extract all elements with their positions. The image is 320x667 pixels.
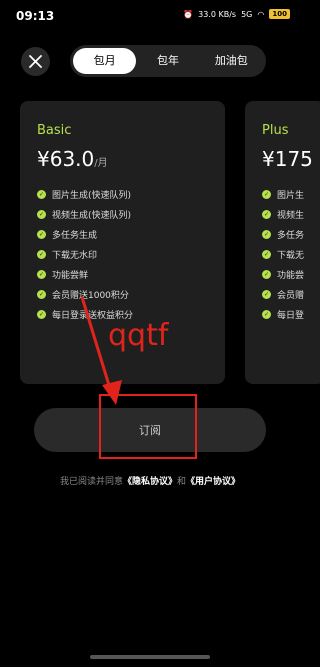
check-icon: ✓: [37, 309, 46, 319]
price-amount: ¥63.0: [37, 147, 95, 171]
check-icon: ✓: [262, 289, 271, 299]
plan-period-tabs: 包月 包年 加油包: [70, 45, 266, 77]
check-icon: ✓: [262, 249, 271, 259]
user-agreement-link[interactable]: 《用户协议》: [186, 477, 240, 487]
feature-item: ✓ 多任务生成: [37, 229, 98, 241]
close-button[interactable]: [21, 47, 50, 76]
check-icon: ✓: [262, 229, 271, 239]
feature-item: ✓ 多任务: [262, 229, 305, 241]
check-icon: ✓: [37, 229, 46, 239]
status-bar: 09:13 ⏰ 33.0 KB/s 5G ◠ 100: [0, 0, 300, 34]
feature-list: ✓ 图片生 ✓ 视频生 ✓ 多任务 ✓ 下载无 ✓ 功能尝 ✓ 会员赠 ✓ 每日登: [262, 184, 304, 324]
feature-item: ✓ 会员赠: [262, 289, 305, 301]
check-icon: ✓: [262, 269, 271, 279]
network-type: 5G: [241, 9, 253, 19]
annotation-box: [99, 394, 197, 459]
feature-item: ✓ 功能尝鲜: [37, 269, 89, 281]
check-icon: ✓: [37, 249, 46, 259]
check-icon: ✓: [262, 189, 271, 199]
feature-item: ✓ 会员赠送1000积分: [37, 289, 129, 301]
feature-item: ✓ 下载无水印: [37, 249, 98, 261]
status-icons: ⏰ 33.0 KB/s 5G ◠ 100: [183, 9, 290, 19]
agreement-text: 我已阅读并同意《隐私协议》和《用户协议》: [59, 477, 241, 487]
feature-list: ✓ 图片生成(快速队列) ✓ 视频生成(快速队列) ✓ 多任务生成 ✓ 下载无水印 ✓ 功…: [37, 184, 133, 324]
tab-addon-pack[interactable]: 加油包: [200, 48, 263, 74]
home-indicator: [90, 655, 210, 659]
feature-item: ✓ 功能尝: [262, 269, 305, 281]
feature-item: ✓ 视频生成(快速队列): [37, 209, 132, 221]
check-icon: ✓: [37, 289, 46, 299]
tab-yearly[interactable]: 包年: [136, 48, 199, 74]
check-icon: ✓: [37, 189, 46, 199]
check-icon: ✓: [37, 209, 46, 219]
status-time: 09:13: [16, 9, 55, 23]
annotation-text: qqtf: [108, 318, 169, 353]
feature-item: ✓ 下载无: [262, 249, 305, 261]
price-amount: ¥175: [262, 147, 313, 171]
wifi-icon: ◠: [257, 9, 265, 19]
battery-badge: 100: [269, 9, 290, 19]
check-icon: ✓: [37, 269, 46, 279]
feature-item: ✓ 图片生: [262, 189, 305, 201]
privacy-link[interactable]: 《隐私协议》: [123, 477, 177, 487]
plan-card-plus[interactable]: Plus ¥175 ✓ 图片生 ✓ 视频生 ✓ 多任务 ✓ 下载无 ✓ 功能尝 ✓ 会员赠 …: [245, 101, 320, 384]
check-icon: ✓: [262, 309, 271, 319]
tab-monthly[interactable]: 包月: [73, 48, 137, 74]
check-icon: ✓: [262, 209, 271, 219]
price-unit: /月: [94, 158, 108, 169]
network-speed: 33.0 KB/s: [198, 9, 237, 19]
plan-price: ¥63.0/月: [37, 147, 108, 171]
plan-name: Basic: [37, 123, 72, 138]
feature-item: ✓ 每日登: [262, 309, 305, 321]
alarm-icon: ⏰: [183, 9, 194, 19]
close-icon: [29, 55, 42, 68]
feature-item: ✓ 图片生成(快速队列): [37, 189, 132, 201]
plan-price: ¥175: [262, 147, 313, 171]
feature-item: ✓ 视频生: [262, 209, 305, 221]
plan-name: Plus: [262, 123, 289, 138]
